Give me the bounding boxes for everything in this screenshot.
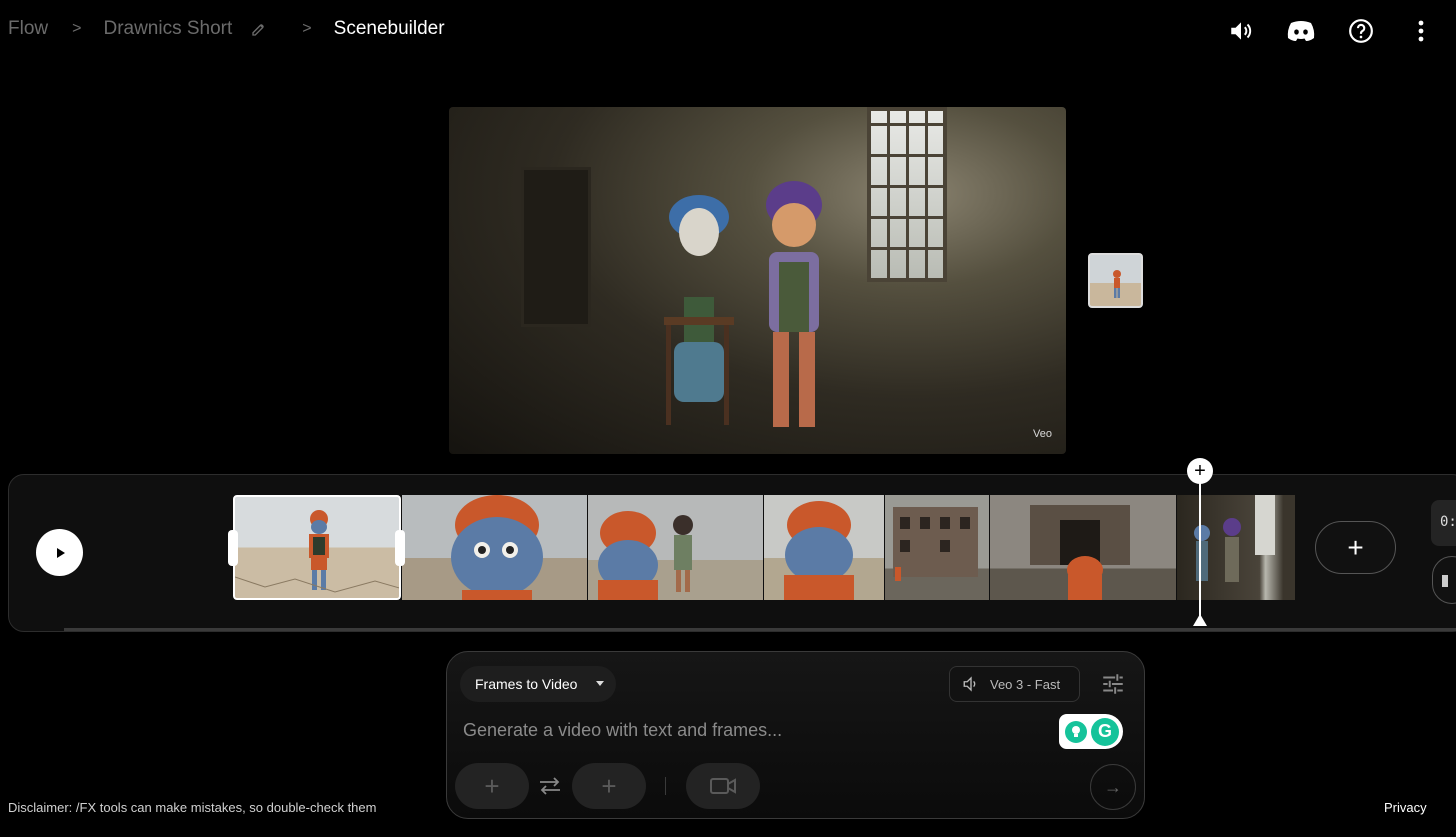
veo-watermark: Veo (1033, 428, 1052, 440)
timeline-clip[interactable] (1177, 495, 1295, 600)
discord-button[interactable] (1284, 14, 1318, 48)
mode-dropdown-label: Frames to Video (475, 676, 578, 692)
header-actions (1198, 14, 1438, 48)
scenebuilder-app: Flow > Drawnics Short > Scenebuilder Veo… (0, 0, 1456, 837)
thumbnail-character (1113, 270, 1121, 298)
camera-control-button[interactable] (686, 763, 760, 809)
clip-trim-handle-left[interactable] (228, 530, 238, 566)
clip-ruins (893, 507, 978, 581)
breadcrumb-flow[interactable]: Flow (8, 18, 48, 40)
more-vert-icon (1418, 20, 1424, 42)
timeline-clip[interactable] (764, 495, 884, 600)
breadcrumb-current: Scenebuilder (333, 18, 445, 39)
add-end-frame-button[interactable]: + (572, 763, 646, 809)
model-label: Veo 3 - Fast (990, 676, 1061, 692)
clip-room-figures (1194, 495, 1275, 582)
scene-door (521, 167, 591, 327)
top-bar: Flow > Drawnics Short > Scenebuilder (0, 0, 1456, 62)
clip-two-figures (598, 511, 693, 600)
help-icon (1349, 19, 1373, 43)
scrub-track[interactable] (64, 628, 1456, 631)
clip-ruin-doorway (1030, 505, 1130, 600)
timeline-clip[interactable] (990, 495, 1176, 600)
breadcrumb-separator: > (72, 20, 82, 37)
clip-closeup-figure (451, 495, 543, 600)
timeline-clip[interactable] (402, 495, 587, 600)
prompt-input[interactable] (463, 715, 1043, 745)
scene-character-purple-hair (766, 181, 822, 427)
timeline-clip[interactable] (233, 495, 401, 600)
playhead-add-button[interactable]: + (1187, 458, 1213, 484)
clip-character-figure (235, 510, 399, 593)
scene-window (867, 107, 947, 282)
more-options-button[interactable] (1404, 14, 1438, 48)
add-start-frame-button[interactable]: + (455, 763, 529, 809)
volume-button[interactable] (1224, 14, 1258, 48)
time-display: 0: (1431, 500, 1456, 546)
model-selector[interactable]: Veo 3 - Fast (949, 666, 1080, 702)
toolbar-divider (665, 777, 666, 795)
timeline-clip[interactable] (588, 495, 763, 600)
edit-pencil-icon[interactable] (250, 20, 268, 38)
tune-settings-icon[interactable] (1100, 671, 1126, 697)
video-preview[interactable]: Veo (449, 107, 1066, 454)
privacy-link[interactable]: Privacy (1384, 800, 1427, 815)
breadcrumb-separator: > (302, 20, 312, 37)
add-clip-button[interactable]: + (1315, 521, 1396, 574)
send-button[interactable]: → (1090, 764, 1136, 810)
scene-character-blue-hair (664, 195, 734, 425)
caret-down-icon (596, 681, 604, 686)
grammarly-logo-icon: G (1091, 717, 1119, 746)
lightbulb-icon (1065, 720, 1087, 743)
play-button[interactable] (36, 529, 83, 576)
swap-frames-icon[interactable] (536, 774, 564, 798)
timeline-clips (233, 495, 1296, 600)
volume-icon (963, 676, 976, 692)
disclaimer-text: Disclaimer: /FX tools can make mistakes,… (8, 800, 377, 815)
clip-trim-handle-right[interactable] (395, 530, 405, 566)
clip-back-figure (784, 501, 854, 600)
next-frame-thumbnail[interactable] (1088, 253, 1143, 308)
grammarly-widget[interactable]: G (1059, 714, 1123, 749)
discord-icon (1287, 21, 1315, 41)
help-button[interactable] (1344, 14, 1378, 48)
breadcrumb: Flow > Drawnics Short > Scenebuilder (8, 18, 445, 40)
mode-dropdown[interactable]: Frames to Video (460, 666, 616, 702)
playhead-marker-icon[interactable] (1193, 614, 1207, 626)
volume-icon (1231, 22, 1252, 40)
video-camera-icon (710, 778, 736, 794)
playhead[interactable] (1199, 478, 1201, 620)
play-icon (56, 547, 65, 558)
timeline-clip[interactable] (885, 495, 989, 600)
breadcrumb-project[interactable]: Drawnics Short (103, 18, 232, 40)
